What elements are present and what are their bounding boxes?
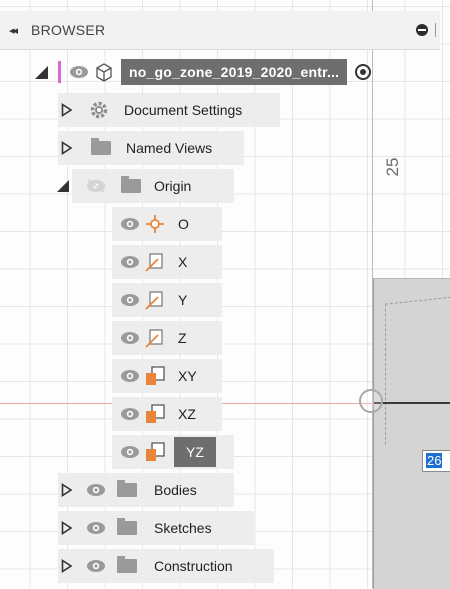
eye-icon[interactable] xyxy=(84,519,108,537)
dimension-input[interactable]: 26 xyxy=(422,450,450,472)
plane-icon xyxy=(142,365,168,387)
dashed-sketch-outline xyxy=(385,296,450,445)
tree-item-label-selected: YZ xyxy=(174,437,216,467)
tree-item-xy-plane[interactable]: XY xyxy=(112,359,222,393)
tree-item-bodies[interactable]: Bodies xyxy=(58,473,234,507)
eye-icon[interactable] xyxy=(118,367,142,385)
axis-icon xyxy=(142,251,168,273)
tree-item-z-axis[interactable]: Z xyxy=(112,321,222,355)
selected-axis-line xyxy=(374,402,450,404)
eye-hidden-icon[interactable] xyxy=(84,177,108,195)
tree-item-label: Z xyxy=(178,330,187,346)
tree-item-yz-plane[interactable]: YZ xyxy=(112,435,234,469)
folder-icon xyxy=(114,517,140,539)
eye-icon[interactable] xyxy=(118,329,142,347)
folder-icon xyxy=(88,137,114,159)
tree-item-label: X xyxy=(178,254,188,270)
tree-item-label: O xyxy=(178,216,189,232)
tree-item-origin[interactable]: Origin xyxy=(54,169,234,203)
tree-item-origin-point[interactable]: O xyxy=(112,207,222,241)
active-component-bar xyxy=(58,61,61,83)
eye-icon[interactable] xyxy=(118,253,142,271)
expand-closed-icon[interactable] xyxy=(58,481,76,499)
eye-icon[interactable] xyxy=(118,291,142,309)
expand-closed-icon[interactable] xyxy=(58,557,76,575)
component-icon xyxy=(91,61,117,83)
eye-icon[interactable] xyxy=(84,557,108,575)
collapse-panel-icon[interactable]: ◂◂ xyxy=(9,24,31,37)
expand-closed-icon[interactable] xyxy=(58,519,76,537)
tree-item-named-views[interactable]: Named Views xyxy=(58,131,244,165)
tree-item-label: Sketches xyxy=(154,520,212,536)
eye-icon[interactable] xyxy=(118,215,142,233)
folder-icon xyxy=(118,175,144,197)
plane-icon xyxy=(142,441,168,463)
axis-icon xyxy=(142,289,168,311)
tree-item-xz-plane[interactable]: XZ xyxy=(112,397,222,431)
expand-open-icon[interactable] xyxy=(54,177,72,195)
panel-resize-handle[interactable] xyxy=(435,23,436,37)
expand-closed-icon[interactable] xyxy=(58,101,76,119)
eye-icon[interactable] xyxy=(84,481,108,499)
tree-item-document-settings[interactable]: Document Settings xyxy=(58,93,280,127)
tree-item-label: Bodies xyxy=(154,482,197,498)
tree-item-label: Document Settings xyxy=(124,102,243,118)
tree-item-x-axis[interactable]: X xyxy=(112,245,222,279)
expand-closed-icon[interactable] xyxy=(58,139,76,157)
activate-component-icon[interactable] xyxy=(355,64,372,80)
tree-item-y-axis[interactable]: Y xyxy=(112,283,222,317)
origin-point-icon xyxy=(142,213,168,235)
tree-item-construction[interactable]: Construction xyxy=(58,549,274,583)
component-name[interactable]: no_go_zone_2019_2020_entr... xyxy=(121,59,348,85)
tree-item-label: Origin xyxy=(154,178,192,194)
browser-header: ◂◂ BROWSER xyxy=(0,11,440,50)
tree-item-label: Construction xyxy=(154,558,233,574)
origin-point-marker[interactable] xyxy=(359,389,383,413)
tree-item-label: Y xyxy=(178,292,188,308)
tree-root-row[interactable]: no_go_zone_2019_2020_entr... xyxy=(32,55,372,89)
tree-item-label: XY xyxy=(178,368,197,384)
eye-icon[interactable] xyxy=(118,405,142,423)
folder-icon xyxy=(114,479,140,501)
gear-icon xyxy=(86,99,112,121)
dimension-value: 26 xyxy=(426,453,443,468)
expand-open-icon[interactable] xyxy=(32,63,50,81)
grid-ruler-label: 25 xyxy=(383,157,402,177)
axis-icon xyxy=(142,327,168,349)
folder-icon xyxy=(114,555,140,577)
browser-title: BROWSER xyxy=(31,22,106,38)
tree-item-label: XZ xyxy=(178,406,196,422)
tree-item-label: Named Views xyxy=(126,140,213,156)
tree-item-sketches[interactable]: Sketches xyxy=(58,511,254,545)
panel-options-icon[interactable] xyxy=(416,24,428,36)
eye-icon[interactable] xyxy=(67,63,91,81)
eye-icon[interactable] xyxy=(118,443,142,461)
plane-icon xyxy=(142,403,168,425)
